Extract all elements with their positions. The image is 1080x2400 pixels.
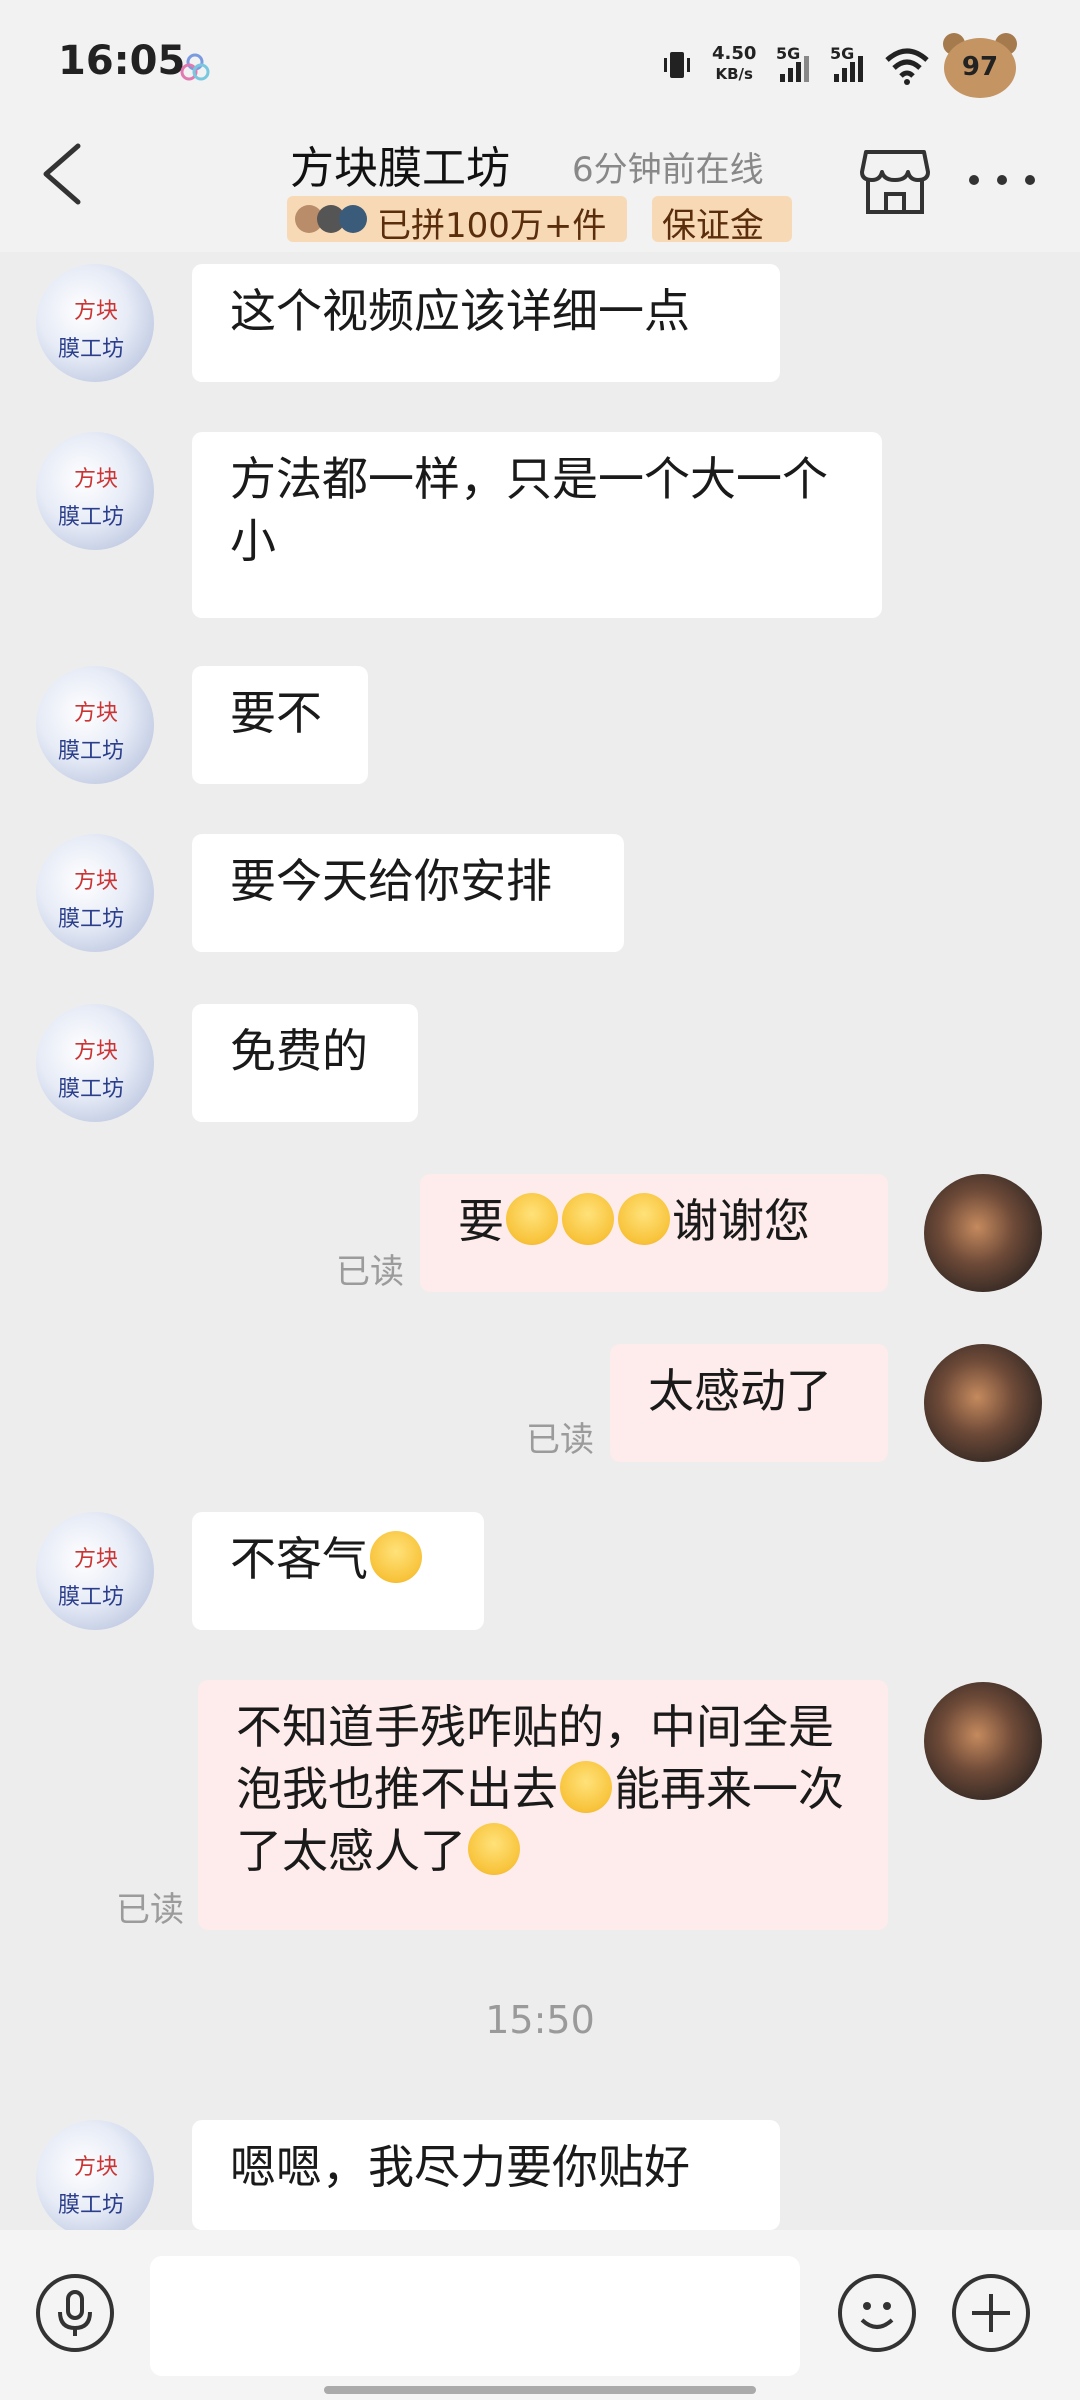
- message-input[interactable]: [150, 2256, 800, 2376]
- shop-avatar[interactable]: 方块膜工坊: [36, 834, 154, 952]
- smiley-icon: [860, 2302, 894, 2329]
- app-notification-icon: [178, 50, 212, 84]
- deposit-badge-text: 保证金: [662, 206, 764, 246]
- grinning-face-icon: [370, 1531, 422, 1583]
- svg-text:膜工坊: 膜工坊: [58, 1585, 124, 1610]
- user-avatar[interactable]: [924, 1682, 1042, 1800]
- svg-text:膜工坊: 膜工坊: [58, 505, 124, 530]
- message-bubble[interactable]: 要 谢谢您: [420, 1174, 888, 1292]
- store-button[interactable]: [858, 148, 932, 216]
- store-icon: [860, 150, 930, 214]
- message-bubble[interactable]: 方法都一样，只是一个大一个小: [192, 432, 882, 618]
- message-text: 不客气: [230, 1532, 368, 1586]
- crying-face-icon: [618, 1193, 670, 1245]
- shop-avatar[interactable]: 方块膜工坊: [36, 666, 154, 784]
- network-speed: 4.50 KB/s: [712, 44, 756, 84]
- home-indicator: [324, 2386, 756, 2394]
- plus-icon: [972, 2294, 1010, 2332]
- network-speed-unit: KB/s: [715, 65, 753, 83]
- more-actions-button[interactable]: [952, 2274, 1030, 2352]
- message-text: 谢谢您: [672, 1194, 810, 1248]
- buyer-avatars-icon: [295, 205, 367, 233]
- message-text: 要: [458, 1194, 504, 1248]
- shop-avatar[interactable]: 方块膜工坊: [36, 1512, 154, 1630]
- svg-text:方块: 方块: [74, 1547, 118, 1572]
- message-bubble[interactable]: 太感动了: [610, 1344, 888, 1462]
- sales-badge: 已拼100万+件: [287, 196, 627, 246]
- chat-timestamp: 15:50: [485, 1998, 595, 2042]
- message-bubble[interactable]: 这个视频应该详细一点: [192, 264, 780, 382]
- user-avatar[interactable]: [924, 1344, 1042, 1462]
- battery-bear-icon: 97: [940, 30, 1020, 100]
- read-receipt: 已读: [336, 1252, 404, 1292]
- sales-badge-text: 已拼100万+件: [377, 206, 607, 246]
- deposit-badge: 保证金: [652, 196, 792, 246]
- message-bubble[interactable]: 要今天给你安排: [192, 834, 624, 952]
- microphone-icon: [58, 2290, 92, 2336]
- vibrate-icon: [660, 48, 694, 82]
- network-speed-value: 4.50: [712, 43, 757, 64]
- shop-avatar[interactable]: 方块膜工坊: [36, 1004, 154, 1122]
- svg-text:方块: 方块: [74, 2155, 118, 2180]
- emoji-button[interactable]: [838, 2274, 916, 2352]
- more-icon: [969, 175, 1035, 185]
- svg-text:膜工坊: 膜工坊: [58, 1077, 124, 1102]
- crying-face-icon: [506, 1193, 558, 1245]
- signal-2-icon: 5G: [830, 44, 872, 84]
- svg-text:膜工坊: 膜工坊: [58, 2193, 124, 2218]
- shop-avatar[interactable]: 方块膜工坊: [36, 432, 154, 550]
- shop-name[interactable]: 方块膜工坊: [290, 132, 510, 196]
- svg-text:方块: 方块: [74, 467, 118, 492]
- crying-face-icon: [562, 1193, 614, 1245]
- wifi-icon: [884, 46, 930, 86]
- read-receipt: 已读: [116, 1890, 184, 1930]
- user-avatar[interactable]: [924, 1174, 1042, 1292]
- svg-text:方块: 方块: [74, 701, 118, 726]
- status-time: 16:05: [58, 38, 186, 84]
- svg-text:膜工坊: 膜工坊: [58, 907, 124, 932]
- message-bubble[interactable]: 不客气: [192, 1512, 484, 1630]
- chevron-left-icon: [43, 143, 81, 205]
- voice-input-button[interactable]: [36, 2274, 114, 2352]
- read-receipt: 已读: [526, 1420, 594, 1460]
- signal-1-icon: 5G: [776, 44, 818, 84]
- shop-avatar[interactable]: 方块膜工坊: [36, 2120, 154, 2238]
- online-status: 6分钟前在线: [572, 150, 764, 190]
- message-bubble[interactable]: 不知道手残咋贴的，中间全是泡我也推不出去 能再来一次了太感人了: [198, 1680, 888, 1930]
- message-bubble[interactable]: 嗯嗯，我尽力要你贴好: [192, 2120, 780, 2230]
- shop-avatar[interactable]: 方块膜工坊: [36, 264, 154, 382]
- more-options-button[interactable]: [962, 160, 1042, 200]
- message-bubble[interactable]: 要不: [192, 666, 368, 784]
- message-bubble[interactable]: 免费的: [192, 1004, 418, 1122]
- svg-text:方块: 方块: [74, 869, 118, 894]
- laughing-crying-face-icon: [560, 1761, 612, 1813]
- svg-text:膜工坊: 膜工坊: [58, 739, 124, 764]
- svg-text:方块: 方块: [74, 299, 118, 324]
- back-button[interactable]: [34, 140, 94, 210]
- svg-text:膜工坊: 膜工坊: [58, 337, 124, 362]
- svg-text:方块: 方块: [74, 1039, 118, 1064]
- pleading-face-icon: [468, 1823, 520, 1875]
- battery-level: 97: [961, 52, 999, 82]
